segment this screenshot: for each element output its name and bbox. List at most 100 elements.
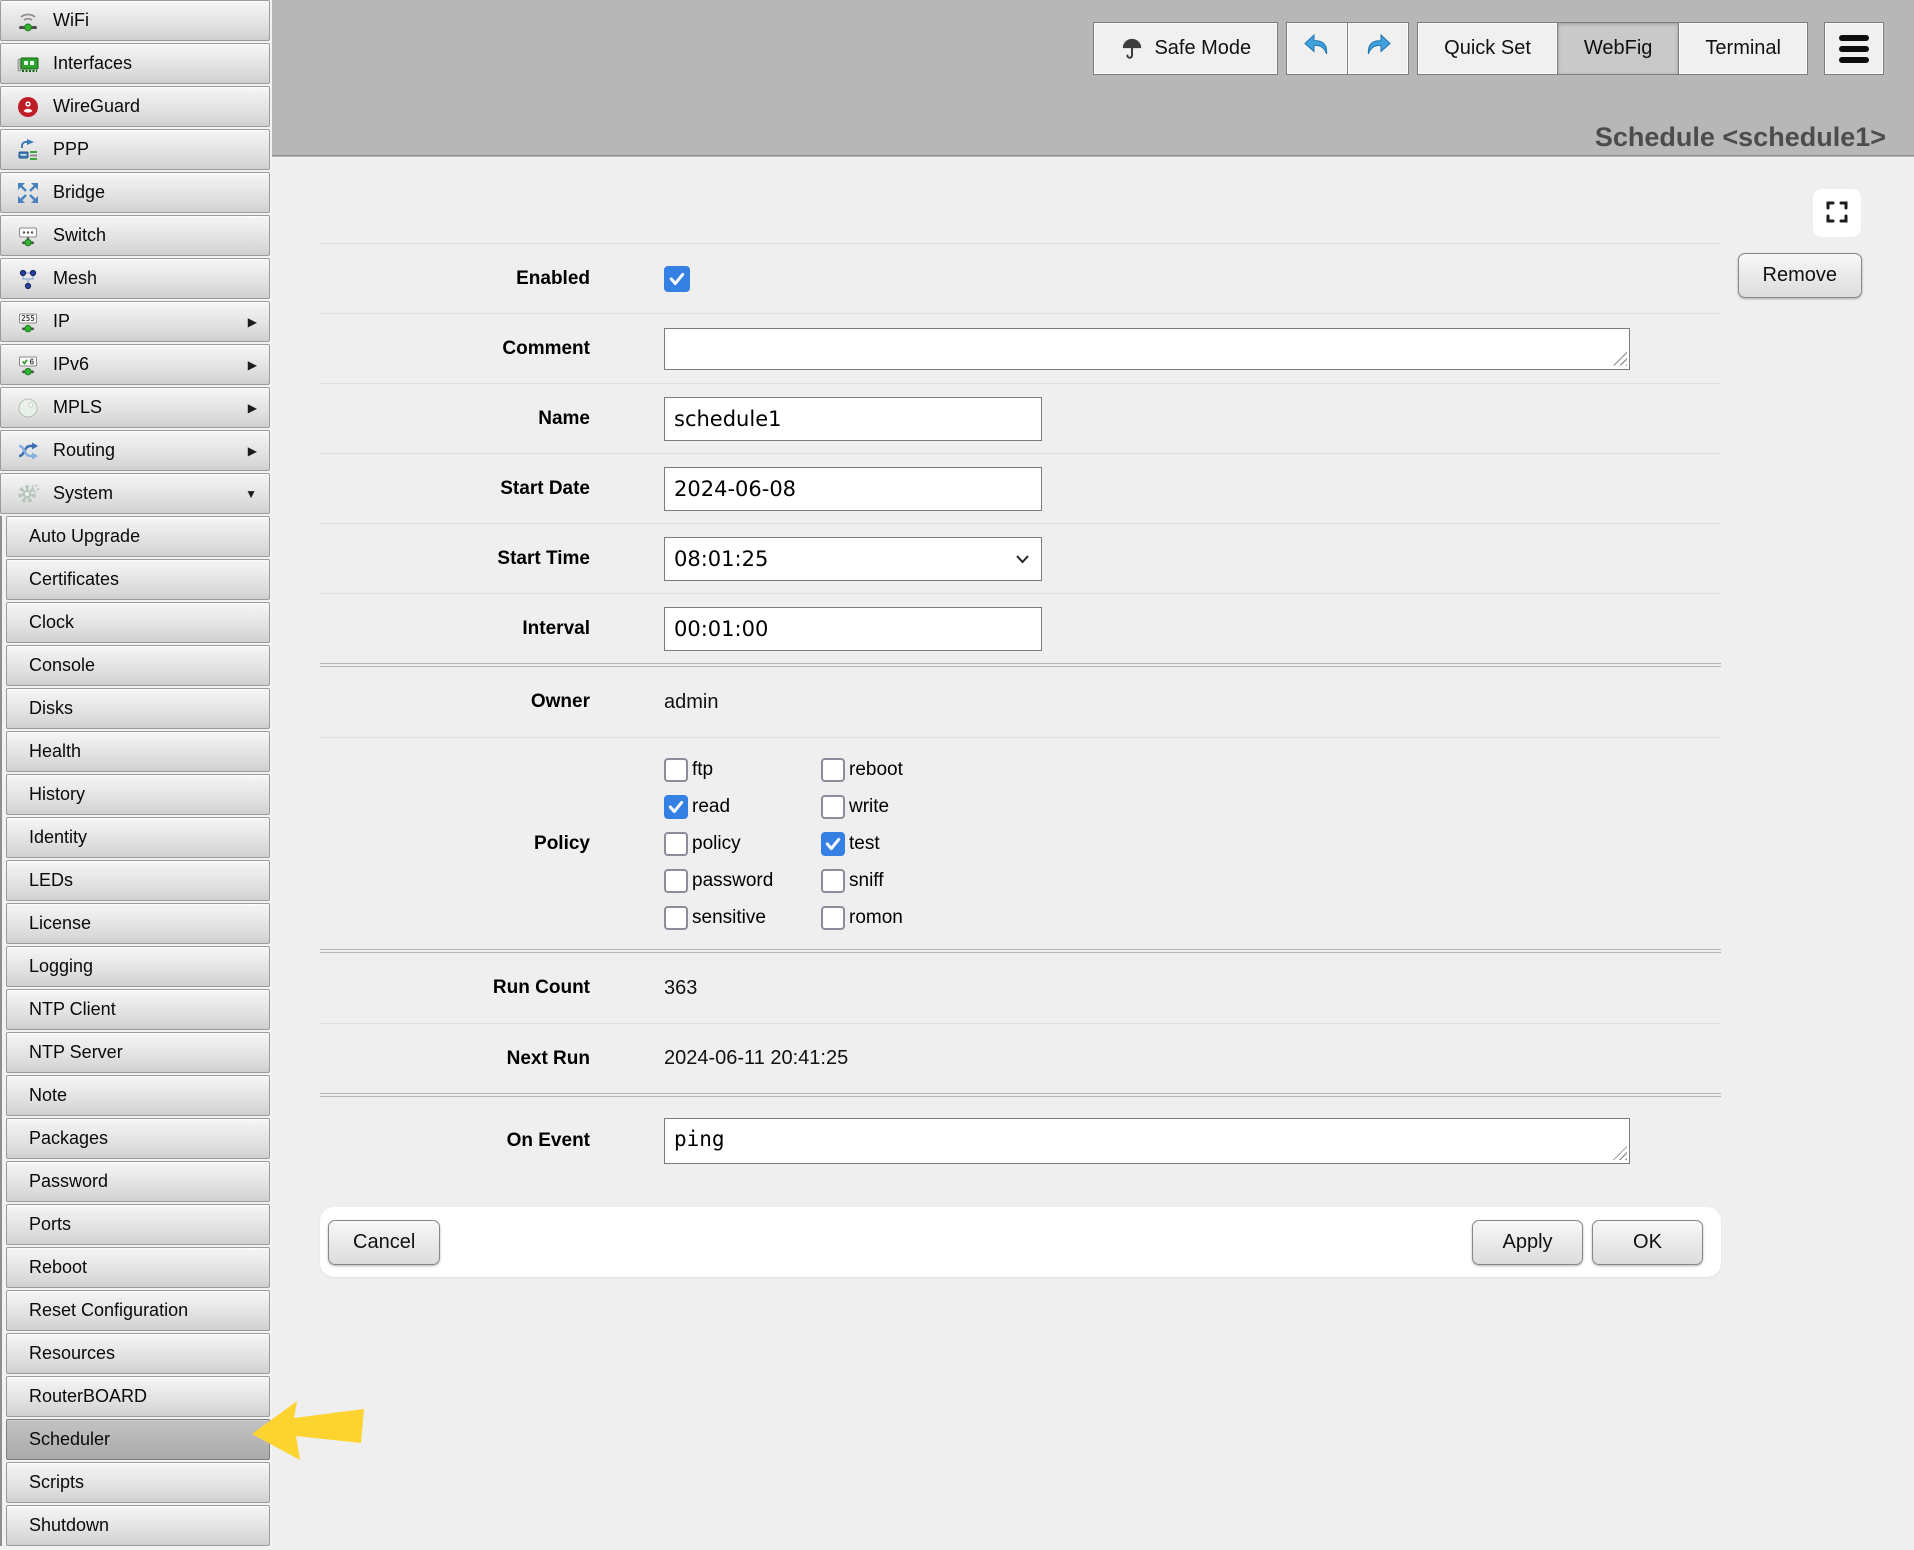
name-input[interactable]	[664, 397, 1042, 441]
sidebar-item-disks[interactable]: Disks	[6, 688, 270, 729]
password-checkbox[interactable]	[664, 869, 688, 893]
romon-checkbox[interactable]	[821, 906, 845, 930]
svg-text:6: 6	[30, 357, 35, 366]
start-date-row: Start Date	[320, 453, 1721, 523]
undo-button[interactable]	[1286, 22, 1348, 75]
sidebar-item-reset-configuration[interactable]: Reset Configuration	[6, 1290, 270, 1331]
sidebar-item-scheduler[interactable]: Scheduler	[6, 1419, 270, 1460]
owner-value: admin	[664, 691, 718, 714]
run-count-value: 363	[664, 977, 697, 1000]
sidebar-item-ppp[interactable]: PPP	[0, 129, 270, 170]
sidebar-item-reboot[interactable]: Reboot	[6, 1247, 270, 1288]
ok-button[interactable]: OK	[1592, 1220, 1703, 1265]
sidebar-item-history[interactable]: History	[6, 774, 270, 815]
sidebar-item-leds[interactable]: LEDs	[6, 860, 270, 901]
sidebar-item-label: System	[53, 483, 113, 504]
sidebar-item-note[interactable]: Note	[6, 1075, 270, 1116]
sidebar-item-ntp-server[interactable]: NTP Server	[6, 1032, 270, 1073]
sidebar-item-certificates[interactable]: Certificates	[6, 559, 270, 600]
tab-terminal[interactable]: Terminal	[1679, 22, 1808, 75]
start-date-input[interactable]	[664, 467, 1042, 511]
comment-input[interactable]	[664, 328, 1630, 370]
policy-grid: ftprebootreadwritepolicytestpasswordsnif…	[664, 758, 903, 930]
sidebar-item-logging[interactable]: Logging	[6, 946, 270, 987]
run-count-label: Run Count	[320, 977, 590, 999]
redo-button[interactable]	[1348, 22, 1409, 75]
sidebar-item-password[interactable]: Password	[6, 1161, 270, 1202]
sidebar-item-ntp-client[interactable]: NTP Client	[6, 989, 270, 1030]
sidebar-item-mesh[interactable]: Mesh	[0, 258, 270, 299]
sidebar-item-mpls[interactable]: MPLS▶	[0, 387, 270, 428]
policy-option-label: sensitive	[692, 907, 766, 929]
policy-option-policy: policy	[664, 832, 821, 856]
apply-button[interactable]: Apply	[1472, 1220, 1583, 1265]
sidebar-item-ip[interactable]: 255IP▶	[0, 301, 270, 342]
sidebar-item-label: IPv6	[53, 354, 89, 375]
wifi-icon	[15, 9, 41, 33]
fullscreen-button[interactable]	[1813, 189, 1861, 237]
sidebar-item-label: Reboot	[29, 1257, 87, 1278]
owner-label: Owner	[320, 691, 590, 713]
sidebar-item-label: Reset Configuration	[29, 1300, 188, 1321]
sidebar-item-system[interactable]: System▼	[0, 473, 270, 514]
start-time-select[interactable]: 08:01:25	[664, 537, 1042, 581]
read-checkbox[interactable]	[664, 795, 688, 819]
sidebar-item-auto-upgrade[interactable]: Auto Upgrade	[6, 516, 270, 557]
sidebar-item-scripts[interactable]: Scripts	[6, 1462, 270, 1503]
sidebar-item-routerboard[interactable]: RouterBOARD	[6, 1376, 270, 1417]
tab-quick-set[interactable]: Quick Set	[1417, 22, 1558, 75]
on-event-input[interactable]: ping	[664, 1118, 1630, 1164]
tab-webfig[interactable]: WebFig	[1558, 22, 1680, 75]
interval-input[interactable]	[664, 607, 1042, 651]
cancel-button[interactable]: Cancel	[328, 1220, 440, 1265]
test-checkbox[interactable]	[821, 832, 845, 856]
routing-icon	[15, 439, 41, 463]
sniff-checkbox[interactable]	[821, 869, 845, 893]
sidebar-item-ports[interactable]: Ports	[6, 1204, 270, 1245]
sidebar-item-wifi[interactable]: WiFi	[0, 0, 270, 41]
policy-row: Policy ftprebootreadwritepolicytestpassw…	[320, 737, 1721, 949]
ftp-checkbox[interactable]	[664, 758, 688, 782]
hamburger-menu-button[interactable]	[1824, 22, 1884, 75]
owner-row: Owner admin	[320, 667, 1721, 737]
sidebar-item-wireguard[interactable]: WireGuard	[0, 86, 270, 127]
safe-mode-button[interactable]: Safe Mode	[1093, 22, 1278, 75]
sidebar-item-label: Routing	[53, 440, 115, 461]
sidebar-item-label: Ports	[29, 1214, 71, 1235]
sidebar-item-label: RouterBOARD	[29, 1386, 147, 1407]
enabled-row: Enabled	[320, 243, 1721, 313]
remove-button[interactable]: Remove	[1738, 253, 1862, 298]
chevron-right-icon: ▶	[248, 315, 257, 329]
sidebar-item-routing[interactable]: Routing▶	[0, 430, 270, 471]
undo-icon	[1301, 30, 1333, 68]
sidebar-item-interfaces[interactable]: Interfaces	[0, 43, 270, 84]
policy-option-ftp: ftp	[664, 758, 821, 782]
start-time-row: Start Time 08:01:25	[320, 523, 1721, 593]
sidebar-item-resources[interactable]: Resources	[6, 1333, 270, 1374]
sidebar-item-clock[interactable]: Clock	[6, 602, 270, 643]
policy-option-password: password	[664, 869, 821, 893]
sidebar-item-identity[interactable]: Identity	[6, 817, 270, 858]
sensitive-checkbox[interactable]	[664, 906, 688, 930]
policy-checkbox[interactable]	[664, 832, 688, 856]
sidebar-item-label: Auto Upgrade	[29, 526, 140, 547]
sidebar-item-license[interactable]: License	[6, 903, 270, 944]
sidebar-item-packages[interactable]: Packages	[6, 1118, 270, 1159]
write-checkbox[interactable]	[821, 795, 845, 819]
ip-icon: 255	[15, 310, 41, 334]
sidebar-item-switch[interactable]: Switch	[0, 215, 270, 256]
comment-label: Comment	[320, 338, 590, 360]
webfig-app: Safe Mode Quick Set WebFig T	[0, 0, 1914, 1550]
sidebar-item-health[interactable]: Health	[6, 731, 270, 772]
sidebar-item-label: Scheduler	[29, 1429, 110, 1450]
mesh-icon	[15, 267, 41, 291]
sidebar-item-console[interactable]: Console	[6, 645, 270, 686]
enabled-checkbox[interactable]	[664, 266, 690, 292]
sidebar-item-ipv6[interactable]: 6IPv6▶	[0, 344, 270, 385]
undo-redo-group	[1286, 22, 1409, 75]
reboot-checkbox[interactable]	[821, 758, 845, 782]
sidebar-item-label: Switch	[53, 225, 106, 246]
start-date-label: Start Date	[320, 478, 590, 500]
sidebar-item-shutdown[interactable]: Shutdown	[6, 1505, 270, 1546]
sidebar-item-bridge[interactable]: Bridge	[0, 172, 270, 213]
